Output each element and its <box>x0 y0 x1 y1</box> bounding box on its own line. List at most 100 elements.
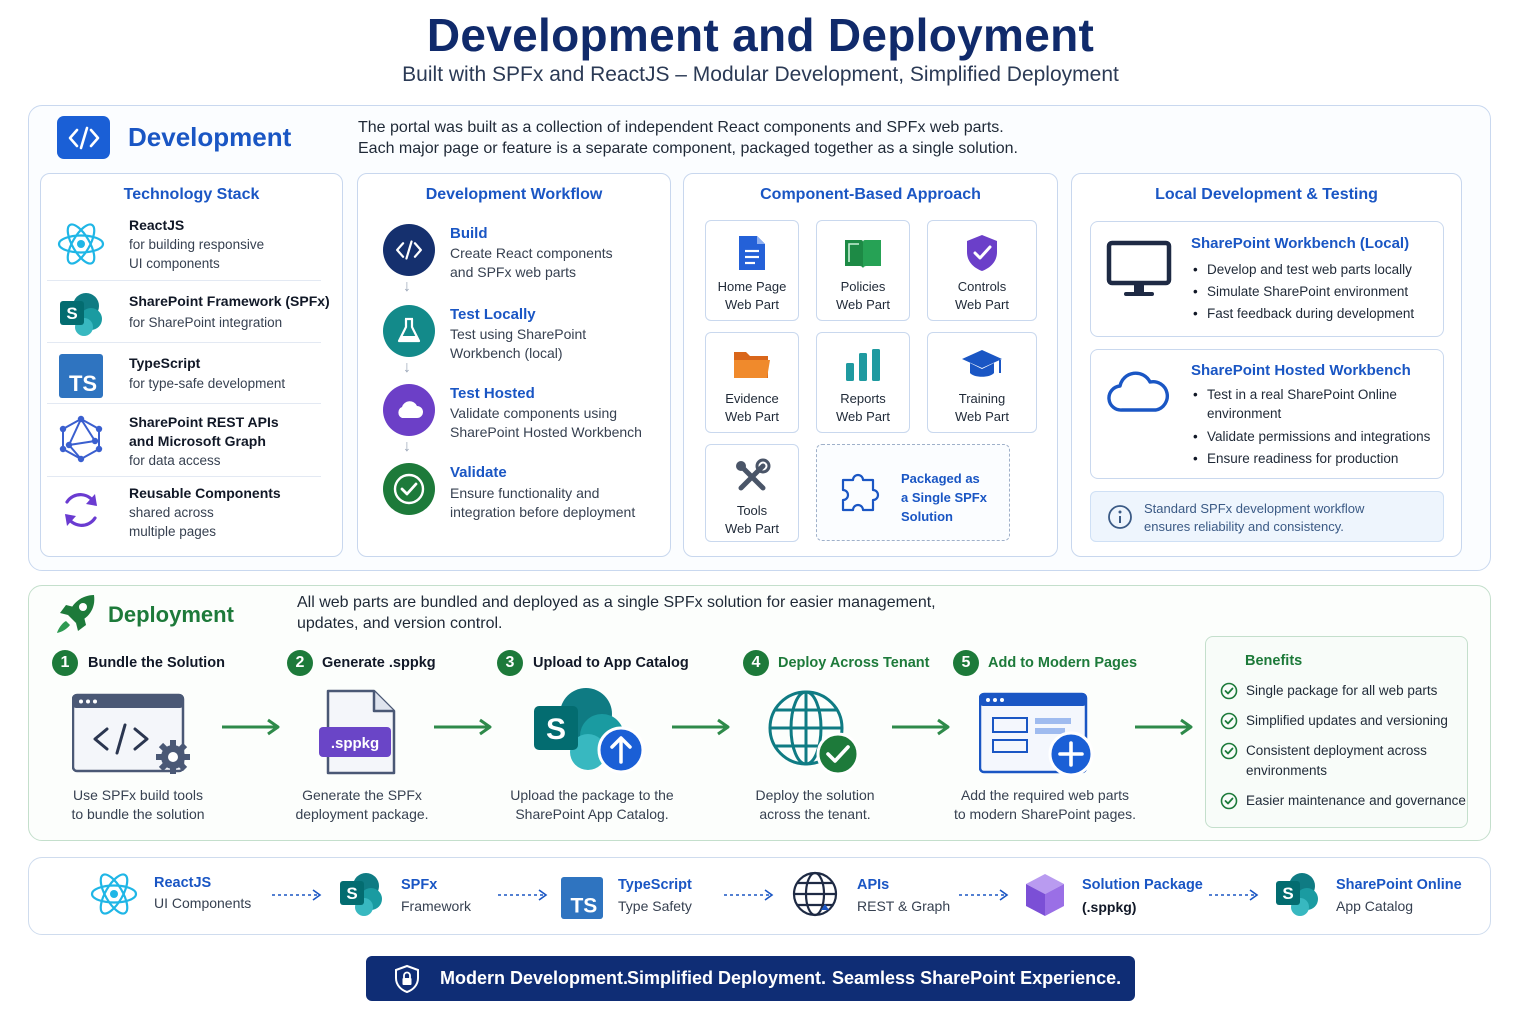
flow-name: Solution Package <box>1082 877 1203 893</box>
web-part-name: Tools <box>736 503 768 518</box>
react-icon <box>89 869 139 919</box>
deployment-description-line: updates, and version control. <box>297 615 503 632</box>
list-item: Test in a real SharePoint Online environ… <box>1193 385 1443 423</box>
package-text: Solution <box>901 509 953 524</box>
workflow-step-desc: and SPFx web parts <box>450 264 577 280</box>
bar-chart-icon <box>817 345 909 385</box>
benefit-item: Consistent deployment across environment… <box>1220 741 1456 781</box>
step-title: Bundle the Solution <box>88 655 225 671</box>
tools-icon <box>706 457 798 497</box>
sharepoint-icon: S <box>1272 869 1322 919</box>
web-part-name: Home Page <box>717 279 787 294</box>
globe-icon <box>790 869 840 919</box>
code-icon <box>383 224 435 276</box>
workbench-hosted-list: Test in a real SharePoint Online environ… <box>1193 385 1443 470</box>
development-workflow-panel: Development Workflow Build Create React … <box>357 173 671 557</box>
workbench-local-card: SharePoint Workbench (Local) Develop and… <box>1090 221 1444 337</box>
deployment-description-line: All web parts are bundled and deployed a… <box>297 594 936 611</box>
tech-name: TypeScript <box>129 355 201 371</box>
folder-icon <box>706 345 798 385</box>
workbench-hosted-card: SharePoint Hosted Workbench Test in a re… <box>1090 349 1444 479</box>
web-part-sub: Web Part <box>955 409 1009 424</box>
web-part-card-home: Home Page Web Part <box>705 220 799 321</box>
step-number: 1 <box>52 650 78 676</box>
step-desc: Add the required web parts to modern Sha… <box>945 786 1145 824</box>
globe-check-icon <box>766 688 862 783</box>
web-part-card-reports: Reports Web Part <box>816 332 910 433</box>
divider <box>47 476 321 477</box>
step-desc-line: to bundle the solution <box>71 806 205 822</box>
flask-icon <box>383 305 435 357</box>
list-item: Validate permissions and integrations <box>1193 426 1443 448</box>
web-part-name: Reports <box>840 391 886 406</box>
page-add-icon <box>978 692 1097 783</box>
arrow-down-icon: ↓ <box>403 359 411 376</box>
web-part-sub: Web Part <box>725 297 779 312</box>
tech-name: SharePoint Framework (SPFx) <box>129 293 330 309</box>
web-part-name: Evidence <box>725 391 779 406</box>
flow-name: ReactJS <box>154 875 212 891</box>
graduation-cap-icon <box>928 345 1036 385</box>
flow-name: APIs <box>857 877 890 893</box>
footer-banner: Modern Development. Simplified Deploymen… <box>366 956 1135 1001</box>
svg-text:TS: TS <box>570 894 597 917</box>
dashed-arrow-icon <box>271 888 323 907</box>
step-title: Upload to App Catalog <box>533 655 689 671</box>
flow-sub: Framework <box>401 898 472 914</box>
tech-desc: shared across <box>129 505 214 520</box>
development-description: The portal was built as a collection of … <box>358 117 1078 159</box>
sharepoint-icon: S <box>336 869 386 919</box>
flow-name: SPFx <box>401 877 438 893</box>
benefit-text: Easier maintenance and governance <box>1246 793 1466 808</box>
packaged-solution-box: Packaged as a Single SPFx Solution <box>816 444 1010 541</box>
sppkg-badge: .sppkg <box>330 735 380 752</box>
benefit-text: Consistent deployment across environment… <box>1246 743 1427 778</box>
web-part-card-tools: Tools Web Part <box>705 444 799 542</box>
flow-sub: UI Components <box>154 895 252 911</box>
flow-sub: (.sppkg) <box>1082 899 1137 915</box>
page-subtitle: Built with SPFx and ReactJS – Modular De… <box>402 63 1119 86</box>
web-part-card-policies: Policies Web Part <box>816 220 910 321</box>
divider <box>47 280 321 281</box>
step-desc-line: Deploy the solution <box>755 787 875 803</box>
web-part-card-controls: Controls Web Part <box>927 220 1037 321</box>
web-part-card-evidence: Evidence Web Part <box>705 332 799 433</box>
arrow-down-icon: ↓ <box>403 438 411 455</box>
tech-desc: UI components <box>129 256 220 271</box>
svg-text:S: S <box>346 884 357 903</box>
tech-desc: for type-safe development <box>129 376 286 391</box>
shield-lock-icon <box>394 964 420 999</box>
workflow-step-desc: Ensure functionality and <box>450 485 600 501</box>
check-circle-icon <box>1220 742 1238 760</box>
technology-stack-panel: Technology Stack ReactJS for building re… <box>40 173 343 557</box>
workflow-note: Standard SPFx development workflow ensur… <box>1090 491 1444 542</box>
refresh-icon <box>55 484 107 536</box>
tech-name: and Microsoft Graph <box>129 433 266 449</box>
workflow-step-name: Build <box>450 225 488 242</box>
build-tools-icon <box>71 693 194 780</box>
divider <box>47 342 321 343</box>
benefit-item: Simplified updates and versioning <box>1220 711 1466 731</box>
web-part-name: Training <box>958 391 1006 406</box>
web-part-sub: Web Part <box>836 297 890 312</box>
monitor-icon <box>1106 240 1172 305</box>
development-description-line: Each major page or feature is a separate… <box>358 140 1018 157</box>
typescript-icon: TS <box>55 350 107 402</box>
workflow-step-name: Test Hosted <box>450 385 535 402</box>
web-part-sub: Web Part <box>725 521 779 536</box>
svg-text:S: S <box>546 713 566 746</box>
benefits-panel: Benefits Single package for all web part… <box>1205 636 1468 828</box>
step-desc-line: SharePoint App Catalog. <box>515 806 669 822</box>
dashed-arrow-icon <box>497 888 549 907</box>
package-cube-icon <box>1020 870 1070 920</box>
typescript-icon: TS <box>557 873 607 923</box>
web-part-name: Controls <box>957 279 1007 294</box>
workflow-step-desc: integration before deployment <box>450 504 636 520</box>
workflow-step-name: Validate <box>450 464 507 481</box>
footer-text: Simplified Deployment. <box>627 968 827 988</box>
svg-text:TS: TS <box>69 371 97 396</box>
web-part-sub: Web Part <box>725 409 779 424</box>
arrow-right-icon <box>890 717 952 742</box>
benefits-title: Benefits <box>1245 653 1303 669</box>
note-text: Standard SPFx development workflow <box>1144 501 1365 516</box>
